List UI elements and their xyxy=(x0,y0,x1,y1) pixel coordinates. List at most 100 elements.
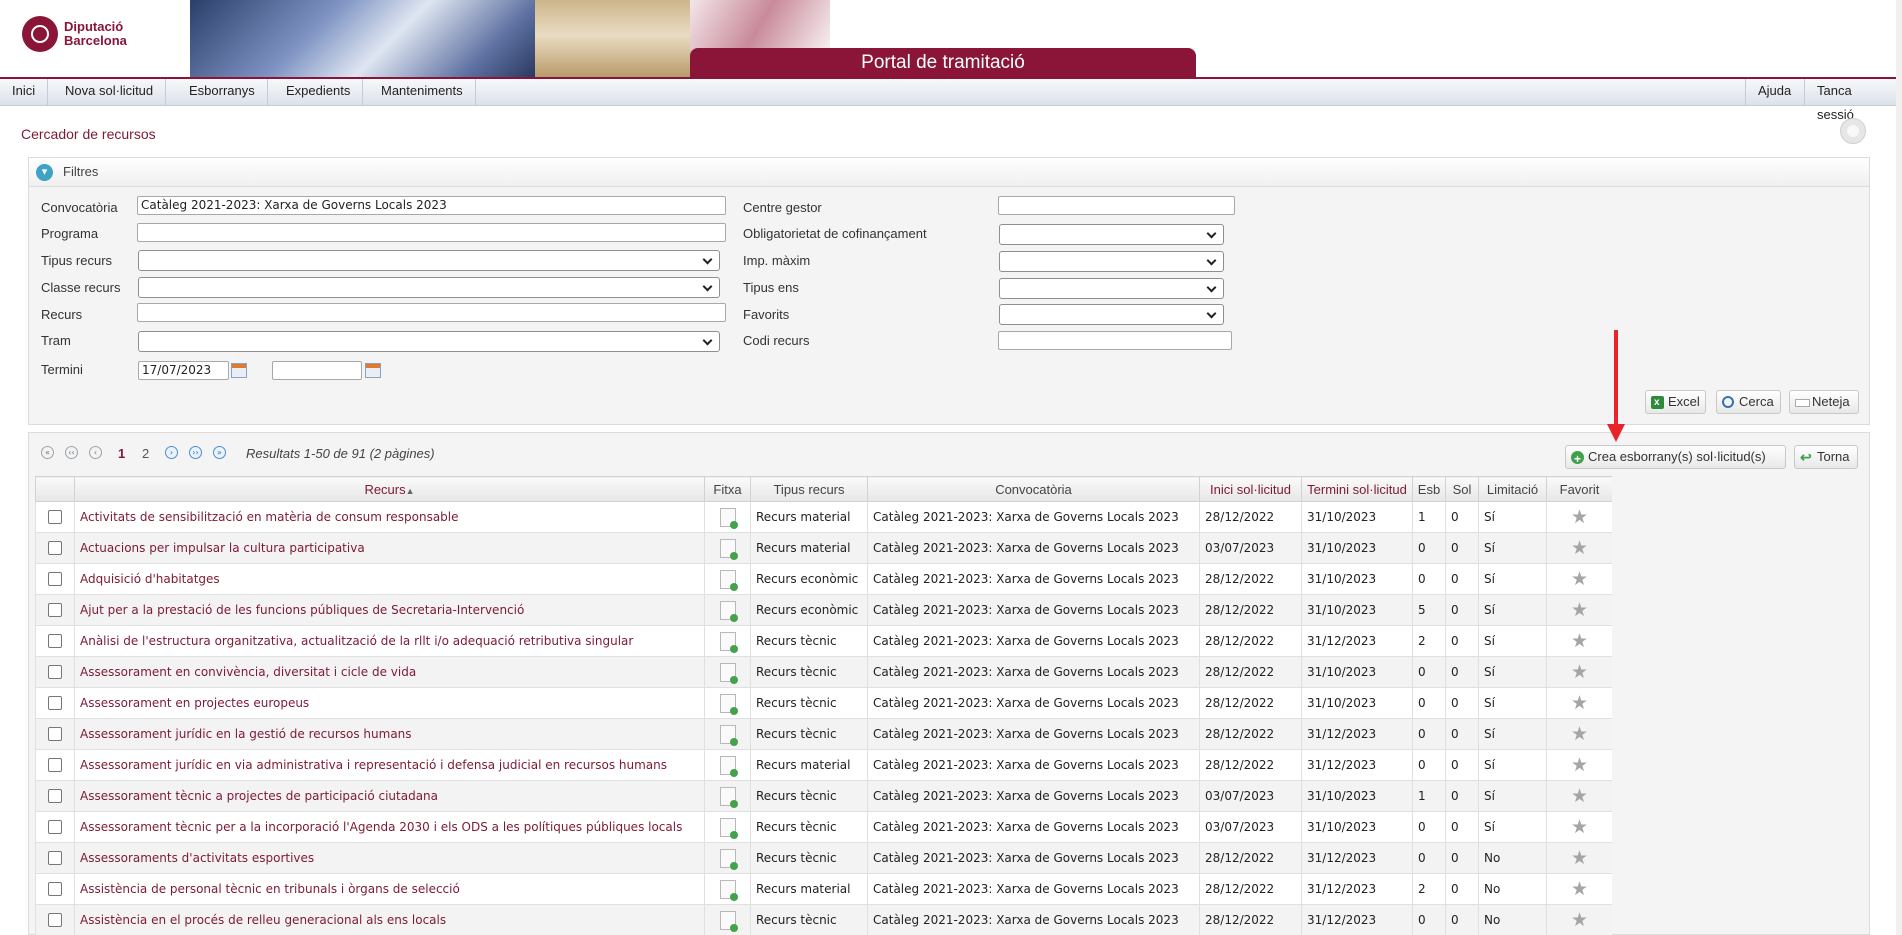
row-fitxa[interactable] xyxy=(704,873,751,905)
last-page-icon[interactable]: » xyxy=(213,446,226,459)
menu-manteniments[interactable]: Manteniments xyxy=(369,79,476,105)
checkbox-icon[interactable] xyxy=(48,696,62,711)
row-fitxa[interactable] xyxy=(704,904,751,935)
star-icon[interactable]: ★ xyxy=(1571,537,1588,559)
row-fitxa[interactable] xyxy=(704,718,751,750)
row-recurs-link[interactable]: Assistència de personal tècnic en tribun… xyxy=(74,873,705,905)
document-add-icon[interactable] xyxy=(719,662,738,684)
table-row[interactable]: Activitats de sensibilització en matèria… xyxy=(35,501,1612,533)
column-header-sol[interactable]: Sol xyxy=(1445,476,1479,502)
column-header-tipus-recurs[interactable]: Tipus recurs xyxy=(750,476,868,502)
classe-recurs-select[interactable] xyxy=(138,277,720,298)
recurs-input[interactable] xyxy=(137,303,726,322)
star-icon[interactable]: ★ xyxy=(1571,661,1588,683)
row-recurs-link[interactable]: Actuacions per impulsar la cultura parti… xyxy=(74,532,705,564)
document-add-icon[interactable] xyxy=(719,600,738,622)
row-select-checkbox[interactable] xyxy=(35,811,75,843)
row-recurs-link[interactable]: Assessorament tècnic a projectes de part… xyxy=(74,780,705,812)
checkbox-icon[interactable] xyxy=(48,789,62,804)
row-select-checkbox[interactable] xyxy=(35,563,75,595)
calendar-to-icon[interactable] xyxy=(365,363,381,378)
row-fitxa[interactable] xyxy=(704,780,751,812)
table-row[interactable]: Assessorament jurídic en la gestió de re… xyxy=(35,718,1612,750)
row-recurs-link[interactable]: Assessorament en projectes europeus xyxy=(74,687,705,719)
column-header-termini[interactable]: Termini sol·licitud xyxy=(1301,476,1413,502)
table-row[interactable]: Assessorament jurídic en via administrat… xyxy=(35,749,1612,781)
row-favorit[interactable]: ★ xyxy=(1546,842,1612,874)
star-icon[interactable]: ★ xyxy=(1571,692,1588,714)
checkbox-icon[interactable] xyxy=(48,758,62,773)
table-row[interactable]: Assessorament en projectes europeus Recur… xyxy=(35,687,1612,719)
checkbox-icon[interactable] xyxy=(48,820,62,835)
menu-esborranys[interactable]: Esborranys xyxy=(177,79,268,105)
row-fitxa[interactable] xyxy=(704,501,751,533)
menu-ajuda[interactable]: Ajuda xyxy=(1745,79,1803,105)
row-recurs-link[interactable]: Assistència en el procés de relleu gener… xyxy=(74,904,705,935)
star-icon[interactable]: ★ xyxy=(1571,754,1588,776)
row-select-checkbox[interactable] xyxy=(35,594,75,626)
document-add-icon[interactable] xyxy=(719,569,738,591)
row-select-checkbox[interactable] xyxy=(35,749,75,781)
create-draft-button[interactable]: Crea esborrany(s) sol·licitud(s) xyxy=(1565,445,1786,470)
row-favorit[interactable]: ★ xyxy=(1546,904,1612,935)
row-recurs-link[interactable]: Anàlisi de l'estructura organitzativa, a… xyxy=(74,625,705,657)
star-icon[interactable]: ★ xyxy=(1571,630,1588,652)
row-favorit[interactable]: ★ xyxy=(1546,594,1612,626)
checkbox-icon[interactable] xyxy=(48,882,62,897)
row-favorit[interactable]: ★ xyxy=(1546,749,1612,781)
tipus-ens-select[interactable] xyxy=(999,278,1224,299)
clear-button[interactable]: Neteja xyxy=(1789,390,1859,414)
menu-expedients[interactable]: Expedients xyxy=(274,79,364,105)
back-button[interactable]: ↩ Torna xyxy=(1794,445,1858,469)
star-icon[interactable]: ★ xyxy=(1571,506,1588,528)
programa-input[interactable] xyxy=(137,223,726,242)
row-fitxa[interactable] xyxy=(704,811,751,843)
column-header-recurs[interactable]: Recurs▲ xyxy=(74,476,705,502)
row-select-checkbox[interactable] xyxy=(35,501,75,533)
row-favorit[interactable]: ★ xyxy=(1546,532,1612,564)
checkbox-icon[interactable] xyxy=(48,603,62,618)
table-row[interactable]: Assessorament en convivència, diversitat… xyxy=(35,656,1612,688)
row-select-checkbox[interactable] xyxy=(35,873,75,905)
row-recurs-link[interactable]: Assessoraments d'activitats esportives xyxy=(74,842,705,874)
document-add-icon[interactable] xyxy=(719,507,738,529)
table-row[interactable]: Assessorament tècnic a projectes de part… xyxy=(35,780,1612,812)
checkbox-icon[interactable] xyxy=(48,851,62,866)
row-favorit[interactable]: ★ xyxy=(1546,780,1612,812)
column-header-esb[interactable]: Esb xyxy=(1412,476,1446,502)
row-favorit[interactable]: ★ xyxy=(1546,687,1612,719)
menu-nova-sollicitud[interactable]: Nova sol·licitud xyxy=(53,79,167,105)
row-recurs-link[interactable]: Assessorament tècnic per a la incorporac… xyxy=(74,811,705,843)
row-recurs-link[interactable]: Adquisició d'habitatges xyxy=(74,563,705,595)
star-icon[interactable]: ★ xyxy=(1571,723,1588,745)
star-icon[interactable]: ★ xyxy=(1571,568,1588,590)
document-add-icon[interactable] xyxy=(719,538,738,560)
row-fitxa[interactable] xyxy=(704,842,751,874)
row-favorit[interactable]: ★ xyxy=(1546,811,1612,843)
search-button[interactable]: Cerca xyxy=(1716,390,1781,414)
first-page-icon[interactable]: « xyxy=(41,446,54,459)
row-favorit[interactable]: ★ xyxy=(1546,656,1612,688)
star-icon[interactable]: ★ xyxy=(1571,816,1588,838)
checkbox-icon[interactable] xyxy=(48,572,62,587)
termini-to-input[interactable] xyxy=(272,361,362,380)
checkbox-icon[interactable] xyxy=(48,510,62,525)
document-add-icon[interactable] xyxy=(719,817,738,839)
table-row[interactable]: Adquisició d'habitatges Recurs econòmic Ca… xyxy=(35,563,1612,595)
page-1-link[interactable]: 1 xyxy=(118,446,125,461)
row-favorit[interactable]: ★ xyxy=(1546,873,1612,905)
page-scrollbar[interactable] xyxy=(1896,0,1902,935)
column-header-convocatoria[interactable]: Convocatòria xyxy=(867,476,1200,502)
star-icon[interactable]: ★ xyxy=(1571,847,1588,869)
row-select-checkbox[interactable] xyxy=(35,656,75,688)
row-fitxa[interactable] xyxy=(704,749,751,781)
document-add-icon[interactable] xyxy=(719,879,738,901)
row-favorit[interactable]: ★ xyxy=(1546,718,1612,750)
prev-page-icon[interactable]: ‹ xyxy=(89,446,102,459)
document-add-icon[interactable] xyxy=(719,910,738,932)
row-select-checkbox[interactable] xyxy=(35,625,75,657)
calendar-from-icon[interactable] xyxy=(231,363,247,378)
document-add-icon[interactable] xyxy=(719,724,738,746)
refresh-icon[interactable] xyxy=(1840,118,1866,144)
collapse-toggle-icon[interactable] xyxy=(36,164,53,181)
